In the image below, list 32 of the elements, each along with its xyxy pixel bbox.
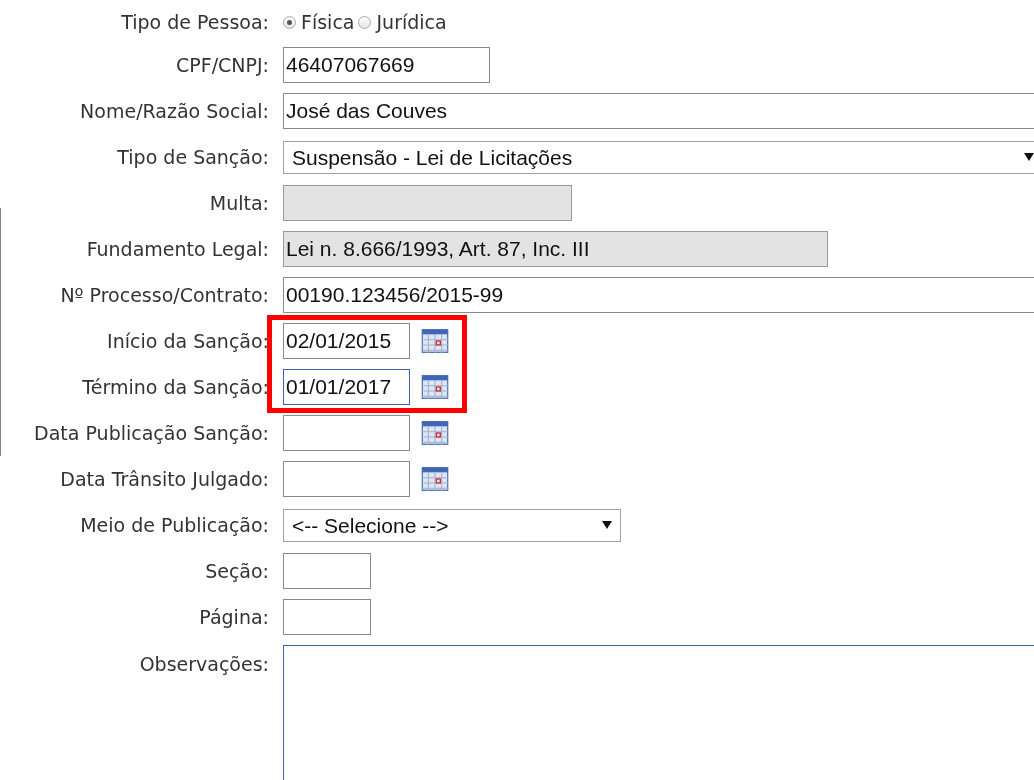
dropdown[interactable]: <-- Selecione -->	[283, 508, 621, 542]
field-label: Seção:	[204, 560, 269, 582]
field-label: Página:	[198, 606, 269, 628]
field-label: Fundamento Legal:	[85, 238, 269, 260]
radio-button[interactable]	[283, 15, 296, 29]
input-field[interactable]: 02/01/2015	[283, 323, 410, 359]
field-label: Multa:	[208, 192, 269, 214]
input-field[interactable]: José das Couves	[283, 93, 1034, 129]
input-field[interactable]: 46407067669	[283, 47, 490, 83]
caret-icon	[1024, 153, 1034, 161]
field-label: Término da Sanção:	[81, 376, 269, 398]
input-field[interactable]	[283, 553, 371, 589]
input-field[interactable]	[283, 461, 410, 497]
field-label: Início da Sanção:	[106, 330, 269, 352]
field-label: Observações:	[138, 652, 269, 675]
input-field[interactable]: 01/01/2017	[283, 369, 410, 405]
field-label: Tipo de Pessoa:	[120, 11, 269, 33]
field-label: Tipo de Sanção:	[116, 146, 269, 168]
input-field[interactable]	[283, 415, 410, 451]
field-label: Nº Processo/Contrato:	[59, 284, 269, 306]
dropdown[interactable]: Suspensão - Lei de Licitações	[283, 140, 1034, 174]
caret-icon	[602, 521, 612, 529]
radio-label[interactable]: Jurídica	[376, 11, 447, 33]
field-label: CPF/CNPJ:	[175, 54, 269, 76]
input-field[interactable]: 00190.123456/2015-99	[283, 277, 1034, 313]
field-label: Nome/Razão Social:	[79, 100, 269, 122]
radio-button[interactable]	[358, 15, 372, 29]
field-label: Data Publicação Sanção:	[33, 422, 269, 444]
field-label: Meio de Publicação:	[79, 514, 269, 536]
input-field[interactable]	[283, 599, 371, 635]
field-label: Data Trânsito Julgado:	[59, 468, 269, 490]
radio-label[interactable]: Física	[301, 11, 355, 33]
